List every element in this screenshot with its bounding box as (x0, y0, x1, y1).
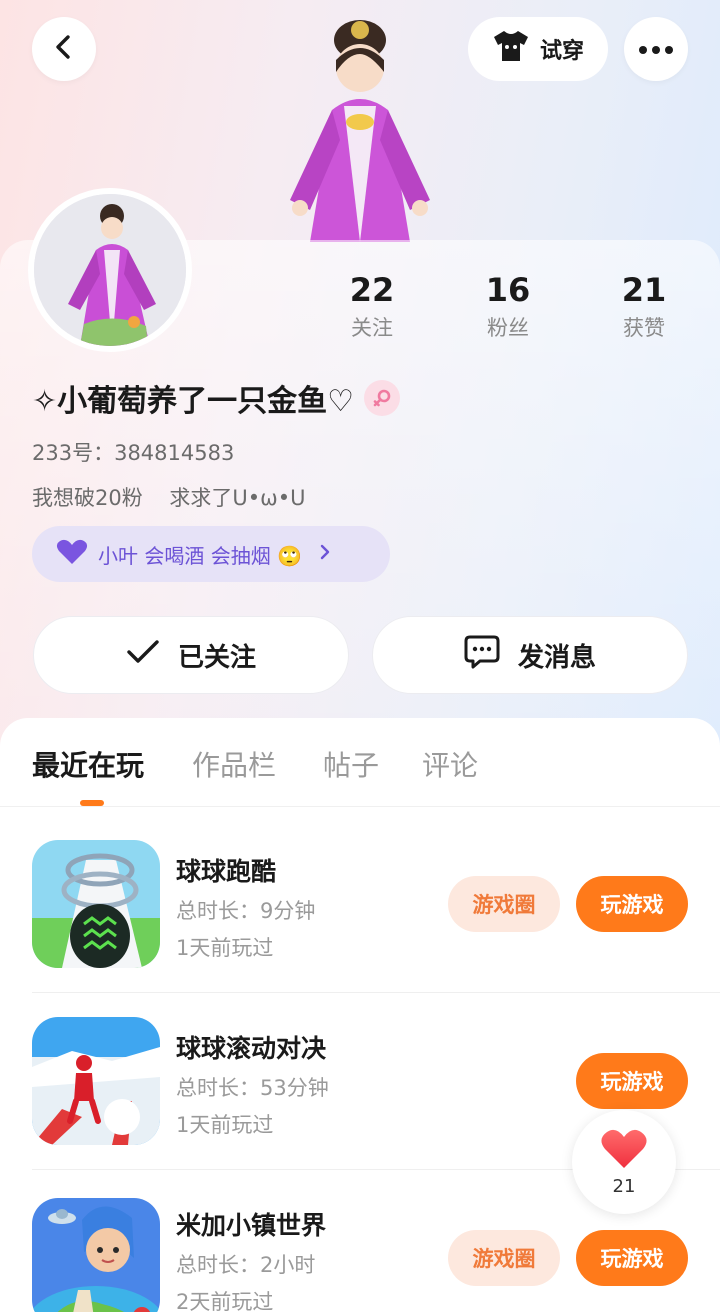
friend-tag-text: 小叶 会喝酒 会抽烟 🙄 (98, 543, 302, 568)
profile-bio: 我想破20粉 求求了U•ω•U (32, 486, 306, 510)
game-title[interactable]: 米加小镇世界 (176, 1206, 326, 1242)
checkmark-icon (126, 639, 160, 672)
game-icon-miga-town[interactable] (32, 1198, 160, 1312)
try-on-label: 试穿 (539, 39, 584, 64)
stat-followers[interactable]: 16 粉丝 (448, 270, 568, 342)
profile-name-row: ✧小葡萄养了一只金鱼♡ (32, 376, 401, 420)
back-button[interactable] (32, 17, 96, 81)
heart-icon (600, 1128, 648, 1174)
message-label: 发消息 (517, 642, 596, 673)
following-label: 已关注 (177, 642, 256, 673)
game-last-played: 1天前玩过 (176, 936, 274, 960)
game-last-played: 2天前玩过 (176, 1290, 274, 1312)
play-game-button[interactable]: 玩游戏 (576, 1230, 688, 1286)
avatar-figure[interactable] (270, 10, 450, 242)
stat-likes-value: 21 (621, 271, 667, 309)
game-duration: 总时长：9分钟 (176, 899, 316, 923)
chevron-right-icon (318, 542, 332, 566)
tab-posts[interactable]: 帖子 (323, 744, 379, 784)
game-duration: 总时长：53分钟 (176, 1076, 329, 1100)
stat-likes[interactable]: 21 获赞 (584, 270, 704, 342)
game-title[interactable]: 球球跑酷 (176, 852, 276, 888)
stat-following-label: 关注 (351, 316, 393, 340)
tab-comments[interactable]: 评论 (422, 744, 478, 784)
stat-likes-label: 获赞 (623, 316, 665, 340)
game-duration: 总时长：2小时 (176, 1253, 316, 1277)
game-circle-button[interactable]: 游戏圈 (448, 876, 560, 932)
avatar[interactable] (28, 188, 192, 352)
play-game-button[interactable]: 玩游戏 (576, 876, 688, 932)
row-divider (32, 992, 720, 993)
game-circle-button[interactable]: 游戏圈 (448, 1230, 560, 1286)
game-icon-ball-parkour[interactable] (32, 840, 160, 968)
stat-followers-value: 16 (485, 271, 531, 309)
tab-recently-played[interactable]: 最近在玩 (32, 744, 144, 784)
play-game-button[interactable]: 玩游戏 (576, 1053, 688, 1109)
try-on-button[interactable]: 试穿 (468, 17, 608, 81)
friend-tag-pill[interactable]: 小叶 会喝酒 会抽烟 🙄 (32, 526, 390, 582)
chevron-left-icon (51, 34, 77, 64)
heart-icon (56, 539, 88, 570)
profile-id: 233号：384814583 (32, 441, 235, 465)
profile-name: ✧小葡萄养了一只金鱼♡ (32, 384, 355, 419)
more-dots-icon (638, 40, 674, 59)
stat-followers-label: 粉丝 (487, 316, 529, 340)
stat-following[interactable]: 22 关注 (312, 270, 432, 342)
tab-works[interactable]: 作品栏 (192, 744, 276, 784)
stat-following-value: 22 (349, 271, 395, 309)
tab-divider (0, 806, 720, 807)
female-icon (364, 380, 401, 416)
like-float-button[interactable]: 21 (572, 1110, 676, 1214)
following-button[interactable]: 已关注 (33, 616, 349, 694)
tshirt-icon (492, 29, 530, 69)
message-button[interactable]: 发消息 (372, 616, 688, 694)
game-last-played: 1天前玩过 (176, 1113, 274, 1137)
more-button[interactable] (624, 17, 688, 81)
game-title[interactable]: 球球滚动对决 (176, 1029, 326, 1065)
like-count: 21 (612, 1175, 636, 1197)
message-icon (464, 635, 500, 676)
game-icon-ball-rolling-duel[interactable] (32, 1017, 160, 1145)
